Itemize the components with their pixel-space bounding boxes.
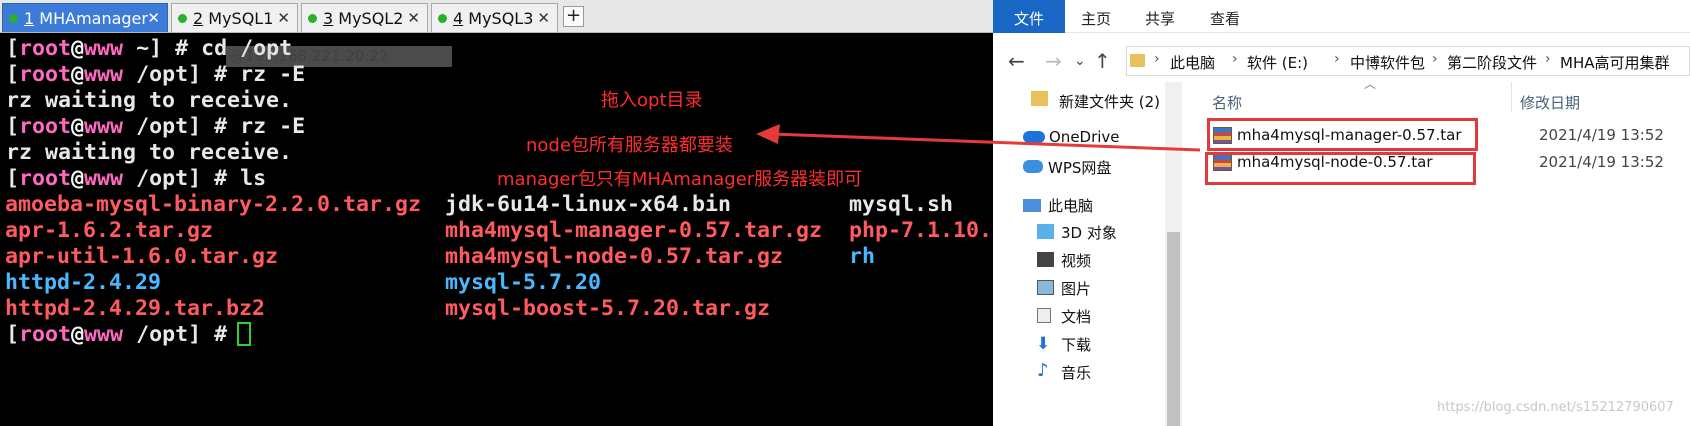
watermark: https://blog.csdn.net/s15212790607: [1437, 400, 1674, 415]
annotation-arrow: [756, 124, 1201, 152]
